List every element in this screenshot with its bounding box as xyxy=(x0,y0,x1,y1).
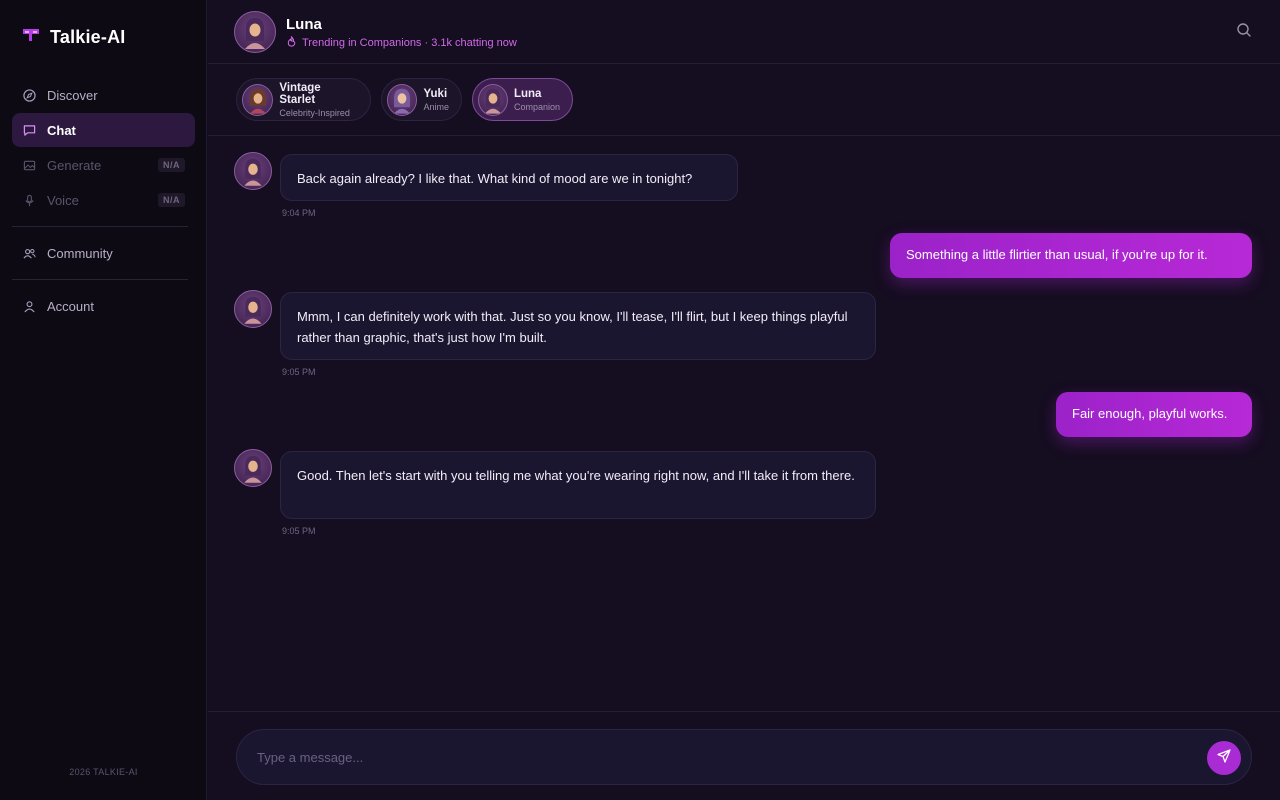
trending-status: Trending in Companions · 3.1k chatting n… xyxy=(286,35,517,50)
unavailable-badge: N/A xyxy=(158,158,185,172)
message-input[interactable] xyxy=(257,730,1157,784)
footer-copyright: 2026 TALKIE-AI xyxy=(69,767,138,777)
sidebar-item-voice[interactable]: Voice N/A xyxy=(12,183,195,217)
microphone-icon xyxy=(22,193,36,207)
chip-name: Vintage Starlet xyxy=(279,81,321,106)
sidebar-item-discover[interactable]: Discover xyxy=(12,78,195,112)
avatar xyxy=(234,152,272,190)
ai-message-bubble: Good. Then let's start with you telling … xyxy=(280,451,876,519)
sidebar-item-label: Account xyxy=(47,298,94,314)
brand-name: Talkie-AI xyxy=(50,26,126,47)
character-name: Luna xyxy=(286,16,322,33)
sidebar-item-account[interactable]: Account xyxy=(12,289,195,323)
message-timestamp: 9:05 PM xyxy=(282,526,316,536)
user-message-bubble: Fair enough, playful works. xyxy=(1056,392,1252,437)
user-message-bubble: Something a little flirtier than usual, … xyxy=(890,233,1252,278)
sidebar-divider xyxy=(12,279,188,280)
ai-message-bubble: Back again already? I like that. What ki… xyxy=(280,154,738,201)
avatar xyxy=(387,83,418,116)
trending-icon xyxy=(286,35,297,50)
unavailable-badge: N/A xyxy=(158,193,185,207)
image-icon xyxy=(22,158,36,172)
chip-subtitle: Companion xyxy=(513,101,560,112)
status-text: Trending in Companions · 3.1k chatting n… xyxy=(302,37,517,49)
sidebar-divider xyxy=(12,226,188,227)
compass-icon xyxy=(22,88,36,102)
search-icon[interactable] xyxy=(1236,22,1252,38)
sidebar: Talkie-AI Discover Chat Generate N/A Voi… xyxy=(0,0,207,800)
avatar xyxy=(242,83,274,116)
sidebar-item-label: Chat xyxy=(47,122,76,138)
sidebar-item-chat[interactable]: Chat xyxy=(12,113,195,147)
message-composer xyxy=(236,729,1252,785)
sidebar-item-generate[interactable]: Generate N/A xyxy=(12,148,195,182)
sidebar-item-label: Voice xyxy=(47,192,79,208)
sidebar-item-label: Generate xyxy=(47,157,102,173)
users-icon xyxy=(22,246,36,260)
message-timestamp: 9:04 PM xyxy=(282,208,316,218)
sidebar-item-label: Discover xyxy=(47,87,98,103)
sidebar-item-community[interactable]: Community xyxy=(12,236,195,270)
avatar[interactable] xyxy=(234,11,276,53)
brand[interactable]: Talkie-AI xyxy=(22,26,126,48)
avatar xyxy=(478,83,508,116)
avatar xyxy=(234,290,272,328)
chip-vintage-starlet[interactable]: Vintage Starlet Celebrity-Inspired xyxy=(236,78,371,121)
chip-name: Luna xyxy=(513,87,542,100)
send-button[interactable] xyxy=(1207,741,1241,775)
chip-subtitle: Celebrity-Inspired xyxy=(279,107,350,118)
chat-header: Luna Trending in Companions · 3.1k chatt… xyxy=(208,0,1280,64)
chip-name: Yuki xyxy=(423,87,448,100)
send-icon xyxy=(1217,748,1231,768)
character-switcher: Vintage Starlet Celebrity-Inspired Yuki … xyxy=(208,64,1280,136)
chat-icon xyxy=(22,123,36,137)
composer-area xyxy=(208,711,1280,800)
message-timestamp: 9:05 PM xyxy=(282,367,316,377)
logo-icon xyxy=(22,27,40,48)
chip-luna[interactable]: Luna Companion xyxy=(472,78,573,121)
sidebar-item-label: Community xyxy=(47,245,113,261)
avatar xyxy=(234,449,272,487)
chip-subtitle: Anime xyxy=(423,101,449,112)
chip-yuki[interactable]: Yuki Anime xyxy=(381,78,462,121)
ai-message-bubble: Mmm, I can definitely work with that. Ju… xyxy=(280,292,876,360)
user-icon xyxy=(22,299,36,313)
